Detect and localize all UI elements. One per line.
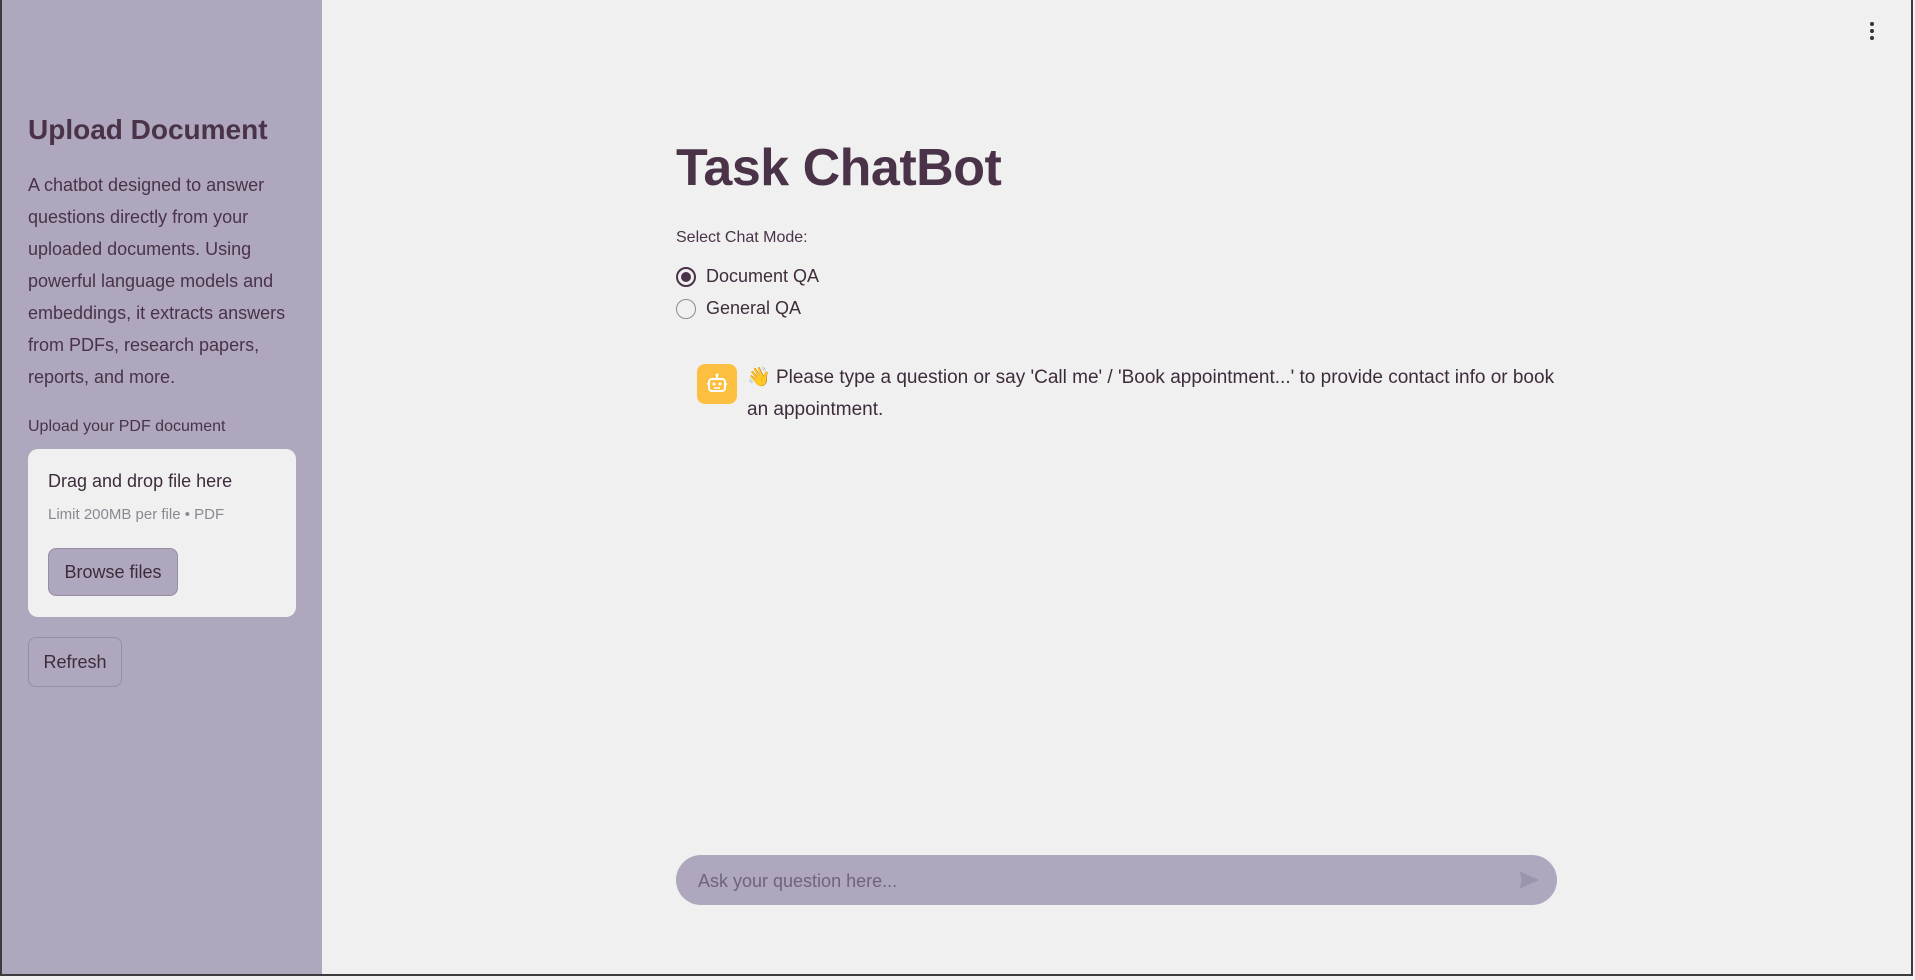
sidebar: Upload Document A chatbot designed to an…	[2, 0, 322, 976]
bot-icon	[697, 364, 737, 404]
sidebar-title: Upload Document	[28, 114, 268, 145]
radio-document-qa[interactable]: Document QA	[676, 266, 819, 287]
refresh-button[interactable]: Refresh	[28, 637, 122, 687]
radio-label: Document QA	[706, 266, 820, 286]
page-title: Task ChatBot	[676, 139, 1002, 197]
assistant-message-text: Please type a question or say 'Call me' …	[747, 367, 1555, 420]
sidebar-description: A chatbot designed to answer questions d…	[28, 175, 286, 387]
upload-label: Upload your PDF document	[28, 418, 226, 435]
wave-emoji: 👋	[747, 367, 771, 388]
assistant-message: 👋 Please type a question or say 'Call me…	[747, 362, 1567, 426]
file-dropzone[interactable]: Drag and drop file here Limit 200MB per …	[28, 449, 296, 617]
chat-input-container[interactable]	[676, 855, 1557, 907]
chat-input[interactable]	[696, 855, 1500, 907]
radio-unselected-icon[interactable]	[676, 298, 696, 319]
dropzone-title: Drag and drop file here	[48, 471, 233, 491]
dropzone-limit: Limit 200MB per file • PDF	[48, 506, 225, 523]
send-icon[interactable]	[1517, 869, 1541, 891]
chat-mode-label: Select Chat Mode:	[676, 229, 808, 246]
radio-label: General QA	[706, 298, 802, 318]
radio-general-qa[interactable]: General QA	[676, 298, 801, 319]
browse-files-button[interactable]: Browse files	[48, 548, 178, 596]
kebab-menu-icon[interactable]	[1862, 18, 1882, 44]
radio-selected-icon[interactable]	[676, 266, 696, 287]
